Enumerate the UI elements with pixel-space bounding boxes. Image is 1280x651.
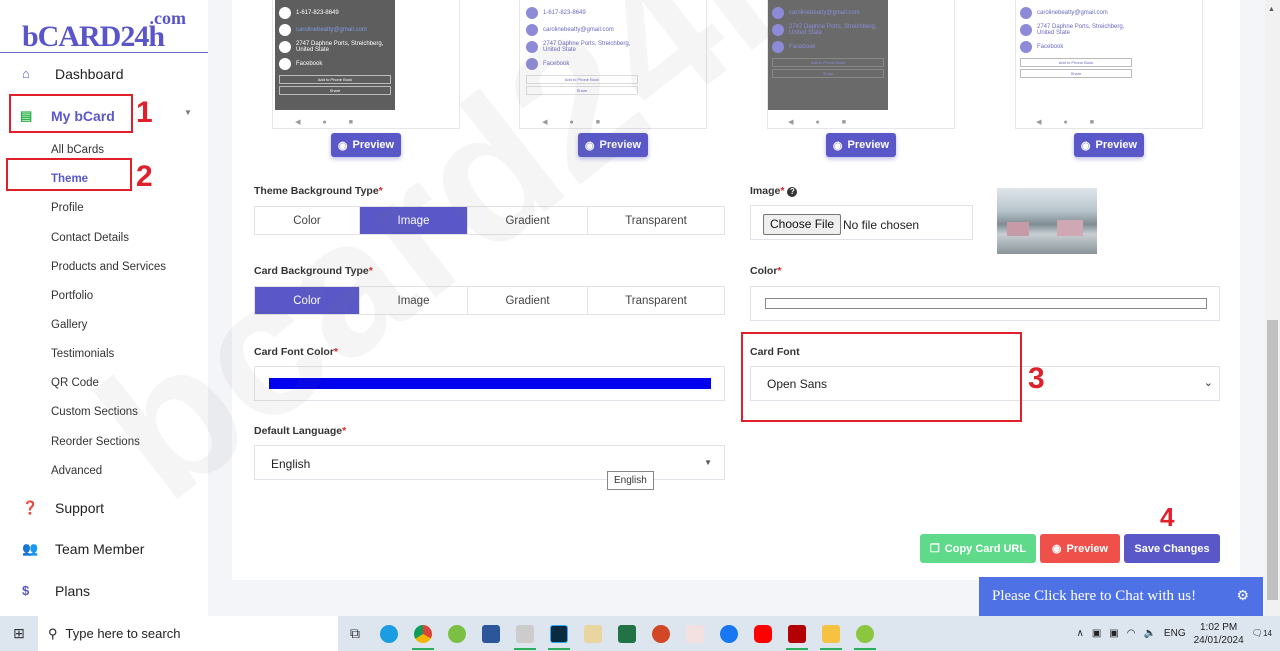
help-icon: ?: [787, 187, 798, 197]
card-bg-type-selector: Color Image Gradient Transparent: [254, 286, 725, 315]
theme-panel: 1-617-823-8649 carolinebeatty@gmail.com …: [232, 0, 1240, 580]
app-icon[interactable]: [440, 616, 474, 651]
clock[interactable]: 1:02 PM 24/01/2024: [1194, 621, 1244, 647]
caret-down-icon: ▼: [704, 458, 712, 467]
windows-start-icon[interactable]: ⊞: [0, 616, 38, 651]
choose-file-button[interactable]: Choose File: [763, 214, 842, 235]
search-icon: ⚲: [48, 625, 58, 641]
card-color-picker[interactable]: [750, 286, 1220, 321]
copy-icon: ❐: [929, 543, 940, 555]
filezilla-icon[interactable]: [780, 616, 814, 651]
sidebar-subitem[interactable]: Gallery: [51, 319, 87, 331]
theme-preview-card[interactable]: 1-617-823-8649 carolinebeatty@gmail.com …: [519, 0, 707, 129]
edge-icon[interactable]: [372, 616, 406, 651]
chevron-up-icon[interactable]: ∧: [1077, 628, 1084, 639]
file-explorer-icon[interactable]: [814, 616, 848, 651]
photoshop-icon[interactable]: [542, 616, 576, 651]
preview-button[interactable]: ◉ Preview: [1074, 133, 1144, 157]
color-label: Color*: [750, 265, 782, 277]
sidebar-subitem[interactable]: QR Code: [51, 377, 99, 389]
taskbar-search[interactable]: ⚲ Type here to search: [38, 616, 338, 651]
sidebar-subitem[interactable]: Portfolio: [51, 290, 93, 302]
font-color-picker[interactable]: [254, 366, 725, 401]
card-bg-option-color[interactable]: Color: [255, 287, 360, 314]
home-icon: ⌂: [22, 66, 30, 81]
youtube-icon[interactable]: [746, 616, 780, 651]
card-bg-label: Card Background Type*: [254, 265, 373, 277]
card-bg-option-image[interactable]: Image: [360, 287, 468, 314]
image-file-input[interactable]: Choose File No file chosen: [750, 205, 973, 240]
chat-widget[interactable]: Please Click here to Chat with us! ⚙: [979, 577, 1263, 616]
eye-icon: ◉: [337, 139, 348, 152]
sidebar-subitem[interactable]: Profile: [51, 202, 84, 214]
background-image-thumbnail: [997, 188, 1097, 254]
image-label: Image* ?: [750, 185, 798, 197]
sidebar-subitem[interactable]: Advanced: [51, 465, 102, 477]
chrome-icon[interactable]: [406, 616, 440, 651]
word-icon[interactable]: [474, 616, 508, 651]
tray-icon[interactable]: ▣: [1092, 628, 1101, 639]
theme-bg-option-color[interactable]: Color: [255, 207, 360, 234]
preview-button[interactable]: ◉ Preview: [331, 133, 401, 157]
eye-icon: ◉: [832, 139, 843, 152]
app-icon[interactable]: [848, 616, 882, 651]
theme-preview-card[interactable]: 1-617-823-8649 carolinebeatty@gmail.com …: [272, 0, 460, 129]
gear-icon[interactable]: ⚙: [1236, 588, 1249, 605]
system-tray: ∧ ▣ ▣ ◠ 🔈 ENG 1:02 PM 24/01/2024 🗨14: [1076, 621, 1273, 647]
users-icon: 👥: [22, 541, 39, 556]
sidebar-subitem[interactable]: Testimonials: [51, 348, 114, 360]
theme-preview-card[interactable]: carolinebeatty@gmail.com 2747 Daphne Por…: [1015, 0, 1203, 129]
theme-bg-option-transparent[interactable]: Transparent: [588, 207, 724, 234]
taskbar: ⊞ ⚲ Type here to search ⧉ ∧ ▣ ▣ ◠ 🔈 ENG 1…: [0, 616, 1280, 651]
annotation-box-2: [6, 158, 132, 191]
sidebar-subitem[interactable]: Custom Sections: [51, 406, 138, 418]
save-changes-button[interactable]: Save Changes: [1124, 534, 1220, 563]
eye-icon: ◉: [1080, 139, 1091, 152]
preview-button[interactable]: ◉ Preview: [1040, 534, 1120, 563]
language-label: Default Language*: [254, 425, 347, 437]
theme-bg-label: Theme Background Type*: [254, 185, 383, 197]
preview-button[interactable]: ◉ Preview: [826, 133, 896, 157]
tray-icon[interactable]: ▣: [1109, 628, 1118, 639]
wifi-icon[interactable]: ◠: [1127, 628, 1136, 639]
task-view-icon[interactable]: ⧉: [338, 616, 372, 651]
card-bg-option-gradient[interactable]: Gradient: [468, 287, 588, 314]
eye-icon: ◉: [1051, 543, 1062, 555]
scrollbar[interactable]: ▲: [1265, 0, 1280, 616]
tooltip: English: [607, 471, 654, 490]
question-icon: ❓: [22, 500, 39, 515]
excel-icon[interactable]: [610, 616, 644, 651]
divider: [0, 52, 208, 53]
sidebar-subitem[interactable]: Reorder Sections: [51, 436, 140, 448]
font-color-label: Card Font Color*: [254, 346, 339, 358]
powerpoint-icon[interactable]: [644, 616, 678, 651]
annotation-box-1: [9, 94, 133, 133]
paint-icon[interactable]: [576, 616, 610, 651]
language-select[interactable]: English ▼: [254, 445, 725, 480]
copy-card-url-button[interactable]: ❐ Copy Card URL: [920, 534, 1036, 563]
sidebar-subitem[interactable]: Products and Services: [51, 261, 166, 273]
theme-preview-card[interactable]: carolinebeatty@gmail.com 2747 Daphne Por…: [767, 0, 955, 129]
preview-button[interactable]: ◉ Preview: [578, 133, 648, 157]
sidebar-subitem[interactable]: Contact Details: [51, 232, 129, 244]
theme-bg-option-gradient[interactable]: Gradient: [468, 207, 588, 234]
pdf-icon[interactable]: [678, 616, 712, 651]
chevron-down-icon: ▼: [184, 108, 192, 117]
volume-icon[interactable]: 🔈: [1143, 628, 1155, 639]
logo[interactable]: .com bCARD24h: [22, 8, 192, 53]
annotation-box-3: [741, 332, 1022, 422]
sidebar: .com bCARD24h ⌂ Dashboard ▤ My bCard ▼ 1 Al…: [0, 0, 208, 616]
notification-icon[interactable]: 🗨14: [1252, 628, 1272, 639]
theme-bg-option-image[interactable]: Image: [360, 207, 468, 234]
card-bg-option-transparent[interactable]: Transparent: [588, 287, 724, 314]
eye-icon: ◉: [584, 139, 595, 152]
dollar-icon: $: [22, 583, 30, 598]
facebook-icon[interactable]: [712, 616, 746, 651]
sidebar-subitem[interactable]: All bCards: [51, 144, 104, 156]
app-icon[interactable]: [508, 616, 542, 651]
theme-bg-type-selector: Color Image Gradient Transparent: [254, 206, 725, 235]
chevron-down-icon: ⌄: [1203, 377, 1213, 389]
